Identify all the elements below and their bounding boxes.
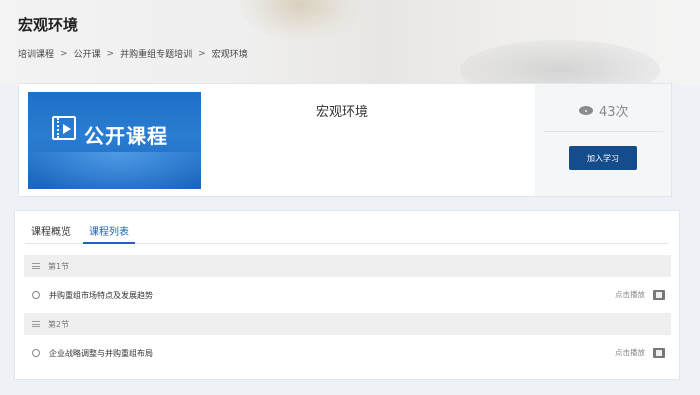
section-title: 第2节 — [48, 319, 70, 329]
section-header[interactable]: 第2节 — [24, 313, 671, 335]
tab-bar: 课程概览 课程列表 — [25, 211, 669, 244]
play-action[interactable]: 点击播放 — [615, 289, 665, 300]
section-header[interactable]: 第1节 — [24, 255, 671, 277]
breadcrumb: 培训课程 > 公开课 > 并购重组专题培训 > 宏观环境 — [18, 47, 248, 61]
section-title: 第1节 — [48, 261, 70, 271]
breadcrumb-current: 宏观环境 — [211, 50, 248, 60]
course-card: 公开课程 宏观环境 43次 加入学习 — [18, 83, 672, 197]
radio-circle-icon — [32, 291, 40, 299]
view-count: 43次 — [579, 101, 629, 120]
menu-icon — [32, 263, 40, 269]
play-action[interactable]: 点击播放 — [615, 347, 665, 358]
video-play-icon[interactable] — [653, 347, 665, 358]
tab-course-list[interactable]: 课程列表 — [83, 211, 135, 244]
divider — [543, 131, 663, 132]
course-name: 宏观环境 — [316, 105, 369, 120]
page-title: 宏观环境 — [18, 16, 79, 34]
course-thumbnail: 公开课程 — [28, 92, 201, 189]
breadcrumb-item[interactable]: 培训课程 — [18, 47, 54, 60]
breadcrumb-separator: > — [106, 48, 115, 59]
lesson-title: 企业战略调整与并购重组布局 — [49, 348, 153, 358]
lesson-title: 并购重组市场特点及发展趋势 — [49, 290, 153, 300]
video-play-icon[interactable] — [653, 289, 665, 300]
lesson-row[interactable]: 并购重组市场特点及发展趋势 点击播放 — [24, 284, 671, 306]
course-list-card: 课程概览 课程列表 第1节 并购重组市场特点及发展趋势 点击播放 第2节 企业战… — [14, 210, 680, 380]
page-header: 宏观环境 培训课程 > 公开课 > 并购重组专题培训 > 宏观环境 — [0, 0, 700, 86]
play-label: 点击播放 — [615, 348, 645, 357]
play-label: 点击播放 — [615, 290, 645, 299]
eye-icon — [579, 106, 593, 115]
thumbnail-wave — [28, 152, 201, 189]
radio-circle-icon — [32, 349, 40, 357]
menu-icon — [32, 321, 40, 327]
breadcrumb-item[interactable]: 并购重组专题培训 — [120, 47, 192, 60]
film-icon — [52, 116, 76, 140]
tab-overview[interactable]: 课程概览 — [25, 211, 77, 244]
join-study-button[interactable]: 加入学习 — [569, 146, 637, 170]
lesson-row[interactable]: 企业战略调整与并购重组布局 点击播放 — [24, 342, 671, 364]
thumbnail-text: 公开课程 — [84, 124, 168, 148]
course-side-panel: 43次 加入学习 — [535, 84, 671, 196]
header-decoration — [460, 40, 660, 86]
breadcrumb-separator: > — [60, 48, 68, 59]
view-count-value: 43次 — [599, 105, 629, 120]
header-decoration — [240, 0, 360, 40]
breadcrumb-separator: > — [198, 48, 206, 59]
breadcrumb-item[interactable]: 公开课 — [74, 47, 101, 60]
